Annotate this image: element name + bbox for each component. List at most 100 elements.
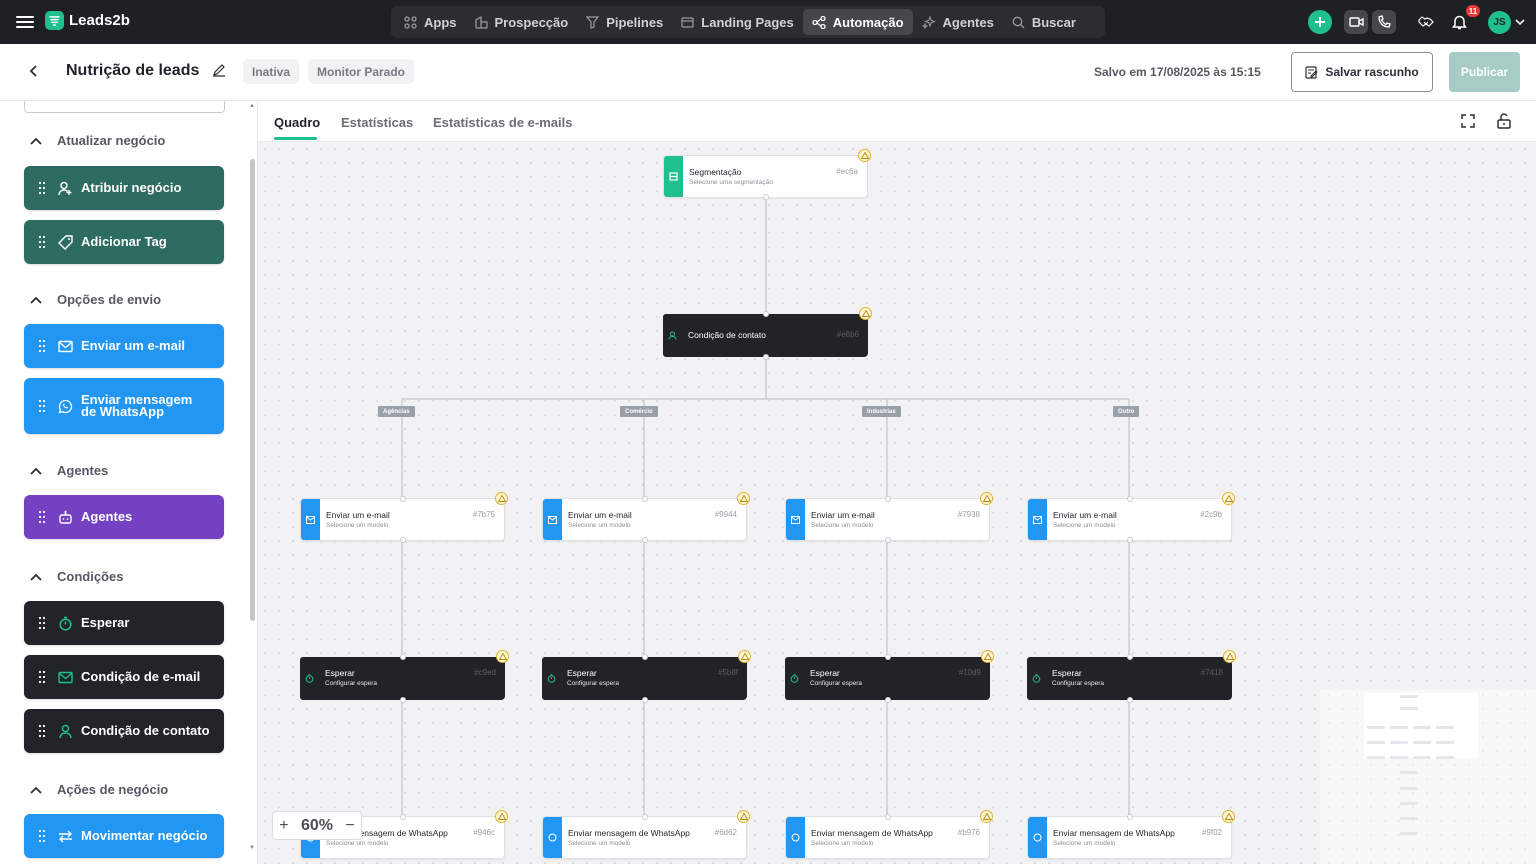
drag-handle-icon[interactable] (38, 616, 46, 630)
output-handle[interactable] (399, 697, 406, 703)
avatar[interactable]: JS (1488, 11, 1511, 34)
scroll-down-icon[interactable]: ▼ (249, 845, 255, 851)
output-handle[interactable] (1126, 697, 1133, 703)
input-handle[interactable] (884, 496, 891, 502)
node-enviar-email[interactable]: Enviar um e-mail Selecione um modelo #7938 (785, 492, 993, 543)
output-handle[interactable] (762, 354, 769, 360)
node-enviar-whatsapp[interactable]: Enviar mensagem de WhatsApp Selecione um … (785, 810, 993, 859)
node-esperar[interactable]: Esperar Configurar espera #5b8f (542, 650, 751, 703)
input-handle[interactable] (399, 814, 406, 820)
warning-icon[interactable] (1223, 650, 1236, 663)
node-enviar-email[interactable]: Enviar um e-mail Selecione um modelo #2c9b (1027, 492, 1235, 543)
output-handle[interactable] (762, 194, 769, 200)
section-condicoes[interactable]: Condições (30, 569, 123, 584)
warning-icon[interactable] (1222, 492, 1235, 505)
nav-apps[interactable]: Apps (395, 9, 466, 35)
nav-prospeccao[interactable]: Prospecção (466, 9, 578, 35)
block-condicao-email[interactable]: Condição de e-mail (24, 655, 224, 699)
section-atualizar-negocio[interactable]: Atualizar negócio (30, 133, 165, 148)
warning-icon[interactable] (737, 810, 750, 823)
input-handle[interactable] (399, 654, 406, 660)
warning-icon[interactable] (738, 650, 751, 663)
warning-icon[interactable] (858, 149, 871, 162)
zoom-in-button[interactable]: + (279, 817, 288, 835)
input-handle[interactable] (884, 654, 891, 660)
drag-handle-icon[interactable] (38, 829, 46, 843)
warning-icon[interactable] (859, 307, 872, 320)
integrations-button[interactable] (1414, 10, 1438, 34)
drag-handle-icon[interactable] (38, 670, 46, 684)
block-condicao-contato[interactable]: Condição de contato (24, 709, 224, 753)
output-handle[interactable] (641, 697, 648, 703)
drag-handle-icon[interactable] (38, 724, 46, 738)
minimap[interactable] (1320, 690, 1536, 864)
zoom-out-button[interactable]: − (345, 817, 354, 835)
block-enviar-whatsapp[interactable]: Enviar mensagem de WhatsApp (24, 378, 224, 434)
drag-handle-icon[interactable] (38, 510, 46, 524)
nav-landing-pages[interactable]: Landing Pages (672, 9, 802, 35)
video-call-button[interactable] (1344, 10, 1368, 34)
nav-agentes[interactable]: Agentes (913, 9, 1003, 35)
drag-handle-icon[interactable] (38, 181, 46, 195)
section-opcoes-de-envio[interactable]: Opções de envio (30, 292, 161, 307)
section-acoes-de-negocio[interactable]: Ações de negócio (30, 782, 168, 797)
menu-icon[interactable] (15, 12, 35, 32)
publish-button[interactable]: Publicar (1449, 52, 1520, 92)
warning-icon[interactable] (495, 810, 508, 823)
block-enviar-email[interactable]: Enviar um e-mail (24, 324, 224, 368)
drag-handle-icon[interactable] (38, 339, 46, 353)
node-esperar[interactable]: Esperar Configurar espera #7418 (1027, 650, 1236, 703)
input-handle[interactable] (1126, 654, 1133, 660)
input-handle[interactable] (884, 814, 891, 820)
unlock-icon[interactable] (1495, 112, 1513, 130)
output-handle[interactable] (399, 537, 406, 543)
drag-handle-icon[interactable] (38, 235, 46, 249)
back-arrow-icon[interactable] (25, 61, 43, 81)
output-handle[interactable] (1126, 537, 1133, 543)
input-handle[interactable] (641, 654, 648, 660)
fullscreen-icon[interactable] (1459, 112, 1477, 130)
output-handle[interactable] (884, 697, 891, 703)
flow-canvas[interactable]: Segmentação Selecione uma segmentação #e… (258, 142, 1536, 864)
brand-logo[interactable]: Leads2b (45, 11, 130, 30)
add-button[interactable] (1308, 10, 1332, 34)
warning-icon[interactable] (981, 650, 994, 663)
input-handle[interactable] (641, 814, 648, 820)
nav-automacao[interactable]: Automação (802, 9, 913, 35)
warning-icon[interactable] (737, 492, 750, 505)
tab-estatisticas[interactable]: Estatísticas (341, 115, 413, 130)
nav-buscar[interactable]: Buscar (1003, 9, 1085, 35)
input-handle[interactable] (1126, 496, 1133, 502)
block-atribuir-negocio[interactable]: Atribuir negócio (24, 166, 224, 210)
chevron-down-icon[interactable] (1515, 19, 1525, 26)
node-esperar[interactable]: Esperar Configurar espera #10d9 (785, 650, 994, 703)
tab-quadro[interactable]: Quadro (274, 115, 320, 130)
nav-pipelines[interactable]: Pipelines (577, 9, 672, 35)
output-handle[interactable] (884, 537, 891, 543)
warning-icon[interactable] (496, 650, 509, 663)
node-enviar-email[interactable]: Enviar um e-mail Selecione um modelo #9944 (542, 492, 750, 543)
sidebar-scrollbar[interactable] (250, 159, 255, 621)
node-segmentacao[interactable]: Segmentação Selecione uma segmentação #e… (663, 149, 871, 200)
block-agentes[interactable]: Agentes (24, 495, 224, 539)
block-adicionar-tag[interactable]: Adicionar Tag (24, 220, 224, 264)
warning-icon[interactable] (495, 492, 508, 505)
input-handle[interactable] (1126, 814, 1133, 820)
input-handle[interactable] (641, 496, 648, 502)
save-draft-button[interactable]: Salvar rascunho (1291, 52, 1433, 92)
node-enviar-whatsapp[interactable]: Enviar mensagem de WhatsApp Selecione um … (1027, 810, 1235, 859)
node-esperar[interactable]: Esperar Configurar espera #c9ed (300, 650, 509, 703)
block-movimentar-negocio[interactable]: Movimentar negócio (24, 814, 224, 858)
drag-handle-icon[interactable] (38, 399, 46, 413)
tab-estatisticas-emails[interactable]: Estatísticas de e-mails (433, 115, 572, 130)
node-condicao-contato[interactable]: Condição de contato #e8b6 (663, 307, 872, 360)
phone-button[interactable] (1372, 10, 1396, 34)
scroll-up-icon[interactable]: ▲ (249, 103, 255, 109)
warning-icon[interactable] (980, 492, 993, 505)
node-enviar-whatsapp[interactable]: Enviar mensagem de WhatsApp Selecione um … (542, 810, 750, 859)
section-agentes[interactable]: Agentes (30, 463, 108, 478)
node-enviar-email[interactable]: Enviar um e-mail Selecione um modelo #7b75 (300, 492, 508, 543)
output-handle[interactable] (641, 537, 648, 543)
edit-pencil-icon[interactable] (212, 63, 226, 77)
input-handle[interactable] (399, 496, 406, 502)
